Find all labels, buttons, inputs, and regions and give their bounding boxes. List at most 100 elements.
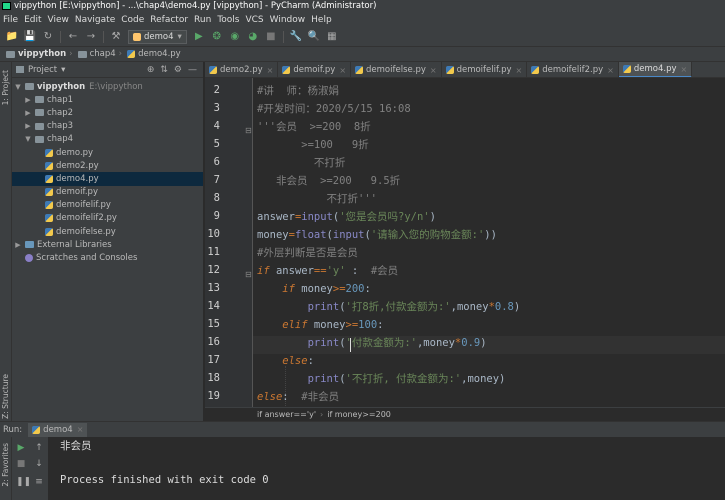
favorites-tool-tab[interactable]: 2: Favorites [1, 443, 10, 487]
code-token: 非会员 >=200 9.5折 [257, 175, 401, 187]
menu-edit[interactable]: Edit [21, 15, 44, 25]
fold-marker-icon[interactable]: ⊟ [245, 126, 252, 135]
menu-window[interactable]: Window [267, 15, 309, 25]
tab-demoif[interactable]: demoif.py × [278, 62, 352, 77]
vcs-icon[interactable]: ▦ [325, 30, 339, 44]
menu-code[interactable]: Code [118, 15, 147, 25]
menu-file[interactable]: File [0, 15, 21, 25]
line-number: 15 [207, 318, 220, 330]
hide-icon[interactable]: — [188, 65, 197, 75]
chevron-down-icon[interactable]: ▼ [24, 135, 32, 143]
tree-folder-chap4[interactable]: ▼ chap4 [12, 133, 203, 146]
tab-demo2[interactable]: demo2.py × [205, 62, 279, 77]
close-icon[interactable]: × [516, 66, 523, 75]
tree-file-demo[interactable]: demo.py [12, 146, 203, 159]
structure-tool-tab[interactable]: Z: Structure [1, 374, 10, 419]
line-number: 18 [207, 372, 220, 384]
code-line-19: else: #非会员 [257, 388, 339, 406]
build-icon[interactable]: ⚒ [109, 30, 123, 44]
tree-file-label: demoifelif.py [56, 200, 111, 211]
rerun-icon[interactable]: ▶ [16, 443, 26, 453]
coverage-icon[interactable]: ◉ [228, 30, 242, 44]
tab-demo4[interactable]: demo4.py × [618, 62, 693, 77]
tree-file-demoifelif[interactable]: demoifelif.py [12, 199, 203, 212]
forward-icon[interactable]: → [84, 30, 98, 44]
close-icon[interactable]: × [339, 66, 346, 75]
tree-external-libraries[interactable]: ▶ External Libraries [12, 238, 203, 251]
code-editor[interactable]: 2 3 4 5 6 7 8 9 10 11 12 13 14 15 16 17 … [205, 78, 725, 407]
chevron-right-icon[interactable]: ▶ [14, 241, 22, 249]
close-icon[interactable]: × [77, 425, 84, 434]
settings-icon[interactable]: 🔧 [289, 30, 303, 44]
tree-file-demoifelse[interactable]: demoifelse.py [12, 225, 203, 238]
profile-icon[interactable]: ◕ [246, 30, 260, 44]
code-token: 100 [358, 319, 378, 331]
menu-refactor[interactable]: Refactor [147, 15, 191, 25]
tab-demoifelif[interactable]: demoifelif.py × [442, 62, 528, 77]
back-icon[interactable]: ← [66, 30, 80, 44]
project-panel-title[interactable]: Project [28, 65, 57, 75]
tree-folder-chap2[interactable]: ▶ chap2 [12, 106, 203, 119]
tree-folder-chap1[interactable]: ▶ chap1 [12, 93, 203, 106]
close-icon[interactable]: × [430, 66, 437, 75]
menu-help[interactable]: Help [308, 15, 335, 25]
code-crumb-item[interactable]: if answer=='y' [257, 410, 316, 419]
line-number: 13 [207, 282, 220, 294]
close-icon[interactable]: × [681, 65, 688, 74]
scroll-down-icon[interactable]: ↓ [34, 459, 44, 469]
project-tool-tab[interactable]: 1: Project [1, 70, 10, 105]
code-token: ) [429, 211, 436, 223]
tab-demoifelif2[interactable]: demoifelif2.py × [527, 62, 619, 77]
left-tool-stripe-bottom: 2: Favorites [0, 437, 12, 500]
text-caret [350, 338, 351, 352]
chevron-right-icon[interactable]: ▶ [24, 109, 32, 117]
tree-file-demo2[interactable]: demo2.py [12, 159, 203, 172]
scroll-up-icon[interactable]: ↑ [34, 443, 44, 453]
run-tab-demo4[interactable]: demo4 × [28, 422, 88, 437]
search-icon[interactable]: 🔍 [307, 30, 321, 44]
code-line-10: money=float(input('请输入您的购物金额:')) [257, 226, 497, 244]
code-line-18: print('不打折, 付款金额为:',money) [257, 370, 506, 388]
breadcrumb-file[interactable]: demo4.py [138, 49, 181, 59]
gear-icon[interactable]: ⚙ [174, 65, 182, 75]
python-config-icon [133, 32, 141, 41]
menu-view[interactable]: View [45, 15, 72, 25]
collapse-icon[interactable]: ⇅ [160, 65, 168, 75]
locate-icon[interactable]: ⊕ [147, 65, 155, 75]
tree-file-demo4[interactable]: demo4.py [12, 172, 203, 186]
menu-vcs[interactable]: VCS [242, 15, 266, 25]
run-config-select[interactable]: demo4 ▾ [128, 29, 187, 44]
breadcrumb-project[interactable]: vippython [18, 49, 66, 59]
tab-demoifelse[interactable]: demoifelse.py × [351, 62, 442, 77]
menu-tools[interactable]: Tools [214, 15, 242, 25]
run-icon[interactable]: ▶ [192, 30, 206, 44]
tree-scratches[interactable]: Scratches and Consoles [12, 251, 203, 264]
tree-root[interactable]: ▼ vippython E:\vippython [12, 80, 203, 93]
close-icon[interactable]: × [267, 66, 274, 75]
tree-file-demoif[interactable]: demoif.py [12, 186, 203, 199]
fold-marker-icon[interactable]: ⊟ [245, 270, 252, 279]
debug-icon[interactable]: ❂ [210, 30, 224, 44]
breadcrumb-folder[interactable]: chap4 [90, 49, 116, 59]
pause-icon[interactable]: ❚❚ [16, 477, 31, 487]
sync-icon[interactable]: ↻ [41, 30, 55, 44]
chevron-right-icon[interactable]: ▶ [24, 96, 32, 104]
close-icon[interactable]: × [607, 66, 614, 75]
chevron-down-icon[interactable]: ▾ [61, 65, 65, 75]
open-icon[interactable]: 📁 [5, 30, 19, 44]
folder-icon [6, 50, 15, 58]
window-title-bar: vippython [E:\vippython] - ...\chap4\dem… [0, 0, 725, 12]
menu-navigate[interactable]: Navigate [72, 15, 118, 25]
tab-label: demoifelif.py [456, 65, 512, 75]
tree-folder-chap3[interactable]: ▶ chap3 [12, 120, 203, 133]
save-icon[interactable]: 💾 [23, 30, 37, 44]
tree-file-demoifelif2[interactable]: demoifelif2.py [12, 212, 203, 225]
code-crumb-item[interactable]: if money>=200 [327, 410, 391, 419]
menu-run[interactable]: Run [191, 15, 214, 25]
stop-icon[interactable]: ■ [264, 30, 278, 44]
run-console[interactable]: 非会员 Process finished with exit code 0 [48, 437, 725, 500]
stop-icon[interactable]: ■ [16, 459, 26, 469]
chevron-down-icon[interactable]: ▼ [14, 83, 22, 91]
soft-wrap-icon[interactable]: ≡ [34, 477, 44, 487]
chevron-right-icon[interactable]: ▶ [24, 122, 32, 130]
